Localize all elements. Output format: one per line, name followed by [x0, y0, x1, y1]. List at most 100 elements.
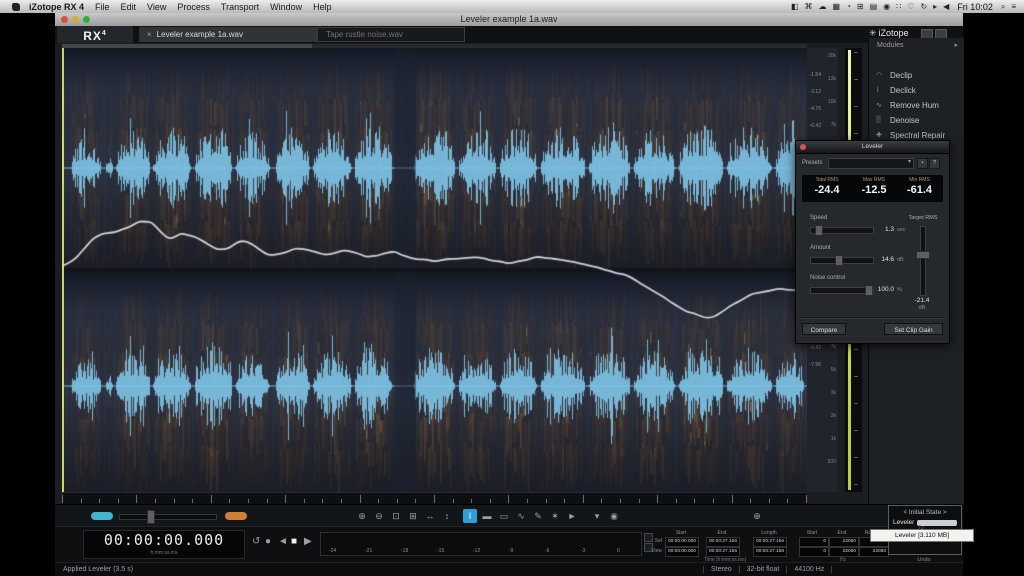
- module-declick[interactable]: ⌇Declick: [869, 85, 964, 98]
- zoom-horizontal-tool-icon[interactable]: ↔: [423, 509, 437, 523]
- menu-transport[interactable]: Transport: [221, 2, 259, 12]
- zoom-level-icon[interactable]: ⊕: [750, 509, 764, 523]
- menu-extra-icon[interactable]: ↻: [920, 0, 927, 13]
- view-length-field[interactable]: 00:00:27.156: [753, 547, 787, 557]
- zoom-vertical-tool-icon[interactable]: ↕: [440, 509, 454, 523]
- time-frequency-selection-tool-icon[interactable]: ▭: [497, 509, 511, 523]
- record-button[interactable]: ●: [265, 536, 271, 547]
- menu-extra-icon[interactable]: ⊞: [857, 0, 864, 13]
- sound-icon[interactable]: ◀: [943, 0, 949, 13]
- speed-slider[interactable]: [810, 227, 874, 234]
- sel-start-field[interactable]: 00:00:00.000: [665, 537, 699, 547]
- sel-end-field[interactable]: 00:00:27.156: [706, 537, 740, 547]
- preset-menu-button[interactable]: •: [917, 158, 928, 169]
- dialog-title-bar[interactable]: Leveler: [796, 141, 949, 154]
- zoom-out-tool-icon[interactable]: ⊖: [372, 509, 386, 523]
- menu-extra-icon[interactable]: ☁: [819, 0, 827, 13]
- zoom-selection-tool-icon[interactable]: ⊞: [406, 509, 420, 523]
- help-button[interactable]: ?: [929, 158, 940, 169]
- menu-view[interactable]: View: [147, 2, 166, 12]
- menu-file[interactable]: File: [95, 2, 110, 12]
- menu-clock[interactable]: Fri 10:02: [957, 2, 993, 12]
- rx4-app-window: RX4 ×Leveler example 1a.wav Tape rustle …: [55, 26, 963, 576]
- menu-process[interactable]: Process: [177, 2, 210, 12]
- playhead[interactable]: [62, 48, 64, 492]
- menu-extra-icon[interactable]: ◔: [846, 0, 851, 13]
- lasso-tool-icon[interactable]: ∿: [514, 509, 528, 523]
- speed-slider-handle[interactable]: [815, 225, 823, 236]
- set-clip-gain-button[interactable]: Set Clip Gain: [884, 323, 943, 335]
- frequency-selection-tool-icon[interactable]: ▬: [480, 509, 494, 523]
- noise-control-slider-handle[interactable]: [865, 285, 873, 296]
- menu-extra-icon[interactable]: ∷: [896, 0, 901, 13]
- tab-tape-rustle[interactable]: Tape rustle noise.wav: [317, 27, 465, 42]
- brush-tool-icon[interactable]: ✎: [531, 509, 545, 523]
- rewind-button[interactable]: ◄: [278, 536, 288, 547]
- spotlight-icon[interactable]: ⌕: [1001, 0, 1005, 13]
- zoom-in-tool-icon[interactable]: ⊕: [355, 509, 369, 523]
- timecode-display[interactable]: 00:00:00.000 h:mm:ss.ms: [83, 530, 245, 559]
- view-start-field[interactable]: 00:00:00.000: [665, 547, 699, 557]
- ruler-tick: [769, 499, 770, 503]
- window-title-bar[interactable]: Leveler example 1a.wav: [55, 13, 963, 27]
- target-rms-slider-handle[interactable]: [916, 251, 930, 259]
- menu-window[interactable]: Window: [270, 2, 302, 12]
- menu-extra-icon[interactable]: ♡: [907, 0, 914, 13]
- freq-range-field[interactable]: 22050: [859, 547, 889, 557]
- marker-tool-icon[interactable]: ▾: [590, 509, 604, 523]
- tab-leveler-example[interactable]: ×Leveler example 1a.wav: [139, 27, 317, 42]
- ruler-tick: [434, 495, 435, 503]
- magic-wand-tool-icon[interactable]: ✶: [548, 509, 562, 523]
- module-remove-hum[interactable]: ∿Remove Hum: [869, 100, 964, 113]
- ruler-tick: [639, 499, 640, 503]
- amount-slider[interactable]: [810, 257, 874, 264]
- ruler-tick: [527, 499, 528, 503]
- play-button[interactable]: ▶: [304, 536, 312, 547]
- time-selection-tool-icon[interactable]: I: [463, 509, 477, 523]
- menu-extra-icon[interactable]: ▸: [933, 0, 937, 13]
- stop-button[interactable]: ■: [291, 536, 297, 547]
- freq-start-field[interactable]: 0: [799, 547, 829, 557]
- snapshot-tool-icon[interactable]: ◉: [607, 509, 621, 523]
- ruler-tick: [62, 495, 63, 503]
- tab-label: Tape rustle noise.wav: [326, 30, 403, 39]
- menu-extra-icon[interactable]: ◧: [791, 0, 799, 13]
- timecode-value[interactable]: 00:00:00.000: [84, 531, 244, 550]
- presets-dropdown[interactable]: ▾: [828, 158, 914, 169]
- window-title: Leveler example 1a.wav: [55, 14, 963, 24]
- history-initial-state[interactable]: < Initial State >: [890, 508, 960, 518]
- freq-end-field[interactable]: 22050: [829, 547, 859, 557]
- move-tool-icon[interactable]: ►: [565, 509, 579, 523]
- menu-extra-icon[interactable]: ⌘: [805, 0, 813, 13]
- ruler-tick: [583, 495, 584, 503]
- zoom-fit-tool-icon[interactable]: ⊡: [389, 509, 403, 523]
- ruler-tick: [341, 499, 342, 503]
- notification-center-icon[interactable]: ≡: [1011, 0, 1016, 13]
- freq-start-field[interactable]: 0: [799, 537, 829, 547]
- module-denoise[interactable]: ▒Denoise: [869, 115, 964, 128]
- spectrogram-opacity-handle[interactable]: [147, 510, 155, 524]
- collapse-arrow-icon[interactable]: ▸: [954, 41, 958, 49]
- loop-playback-button[interactable]: ↺: [252, 536, 260, 547]
- view-end-field[interactable]: 00:00:27.156: [706, 547, 740, 557]
- meter-scale-label: -21: [365, 548, 372, 554]
- speed-value: 1.3: [876, 226, 894, 233]
- menu-extra-icon[interactable]: ◉: [883, 0, 890, 13]
- menu-help[interactable]: Help: [313, 2, 332, 12]
- compare-button[interactable]: Compare: [802, 323, 846, 335]
- menu-edit[interactable]: Edit: [121, 2, 137, 12]
- noise-control-slider[interactable]: [810, 287, 874, 294]
- menu-extra-icon[interactable]: ▦: [833, 0, 841, 13]
- module-declip[interactable]: ◠Declip: [869, 70, 964, 83]
- apple-menu-icon[interactable]: [12, 3, 20, 11]
- menu-extra-icon[interactable]: ▤: [870, 0, 878, 13]
- amount-slider-handle[interactable]: [835, 255, 843, 266]
- close-tab-icon[interactable]: ×: [147, 30, 152, 39]
- freq-end-field[interactable]: 22050: [829, 537, 859, 547]
- target-rms-slider[interactable]: [920, 226, 926, 296]
- sel-length-field[interactable]: 00:00:27.156: [753, 537, 787, 547]
- menu-app-name[interactable]: iZotope RX 4: [29, 2, 84, 12]
- ruler-tick: [322, 499, 323, 503]
- spectrogram-view[interactable]: [62, 48, 807, 492]
- spectrogram-opacity-slider[interactable]: [119, 514, 217, 520]
